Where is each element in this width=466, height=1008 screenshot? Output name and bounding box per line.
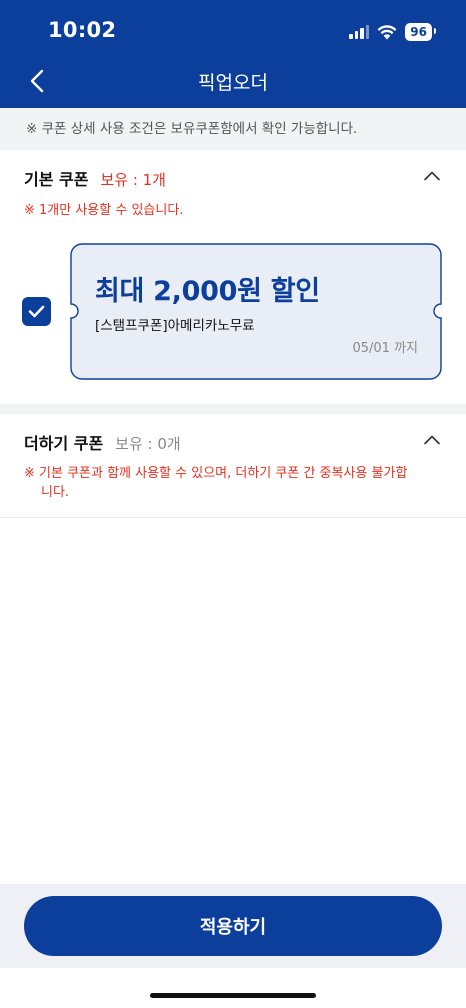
- plus-coupon-warning-line1: ※ 기본 쿠폰과 함께 사용할 수 있으며, 더하기 쿠폰 간 중복사용 불가합: [24, 466, 408, 481]
- plus-coupon-title: 더하기 쿠폰: [24, 434, 104, 453]
- page-title: 픽업오더: [198, 72, 268, 94]
- plus-coupon-header: 더하기 쿠폰 보유 : 0개: [24, 430, 181, 454]
- chevron-up-icon: [424, 435, 440, 445]
- coupon-expiry: 05/01 까지: [352, 341, 418, 356]
- basic-coupon-count: 보유 : 1개: [100, 171, 166, 189]
- section-divider: [0, 404, 466, 414]
- plus-collapse-button[interactable]: [420, 430, 444, 450]
- bottom-bar: 적용하기: [0, 884, 466, 968]
- basic-coupon-warning: ※ 1개만 사용할 수 있습니다.: [24, 203, 184, 218]
- basic-coupon-header: 기본 쿠폰 보유 : 1개: [24, 166, 166, 190]
- status-time: 10:02: [48, 18, 117, 42]
- wifi-icon: [377, 24, 397, 39]
- coupon-notice: ※ 쿠폰 상세 사용 조건은 보유쿠폰함에서 확인 가능합니다.: [0, 108, 466, 150]
- plus-coupon-section: 더하기 쿠폰 보유 : 0개 ※ 기본 쿠폰과 함께 사용할 수 있으며, 더하…: [0, 414, 466, 518]
- status-icons: 96: [349, 22, 436, 42]
- basic-coupon-title: 기본 쿠폰: [24, 170, 89, 189]
- coupon-ticket-shape: [70, 243, 442, 380]
- plus-coupon-warning: ※ 기본 쿠폰과 함께 사용할 수 있으며, 더하기 쿠폰 간 중복사용 불가합…: [24, 464, 407, 502]
- app-header: 10:02 96 픽업오더: [0, 0, 466, 108]
- apply-button[interactable]: 적용하기: [24, 896, 442, 956]
- coupon-card[interactable]: 최대 2,000원 할인 [스탬프쿠폰]아메리카노무료 05/01 까지: [70, 243, 442, 380]
- basic-coupon-section: 기본 쿠폰 보유 : 1개 ※ 1개만 사용할 수 있습니다. 최대 2,000…: [0, 150, 466, 404]
- home-indicator: [150, 993, 316, 998]
- coupon-discount-title: 최대 2,000원 할인: [95, 276, 320, 307]
- plus-coupon-count: 보유 : 0개: [115, 435, 181, 453]
- chevron-up-icon: [424, 171, 440, 181]
- plus-coupon-warning-line2: 니다.: [41, 485, 70, 500]
- coupon-checkbox[interactable]: [22, 297, 51, 326]
- check-icon: [28, 305, 45, 318]
- basic-collapse-button[interactable]: [420, 166, 444, 186]
- coupon-name: [스탬프쿠폰]아메리카노무료: [95, 318, 255, 334]
- cellular-signal-icon: [349, 25, 370, 39]
- battery-icon: 96: [405, 23, 436, 41]
